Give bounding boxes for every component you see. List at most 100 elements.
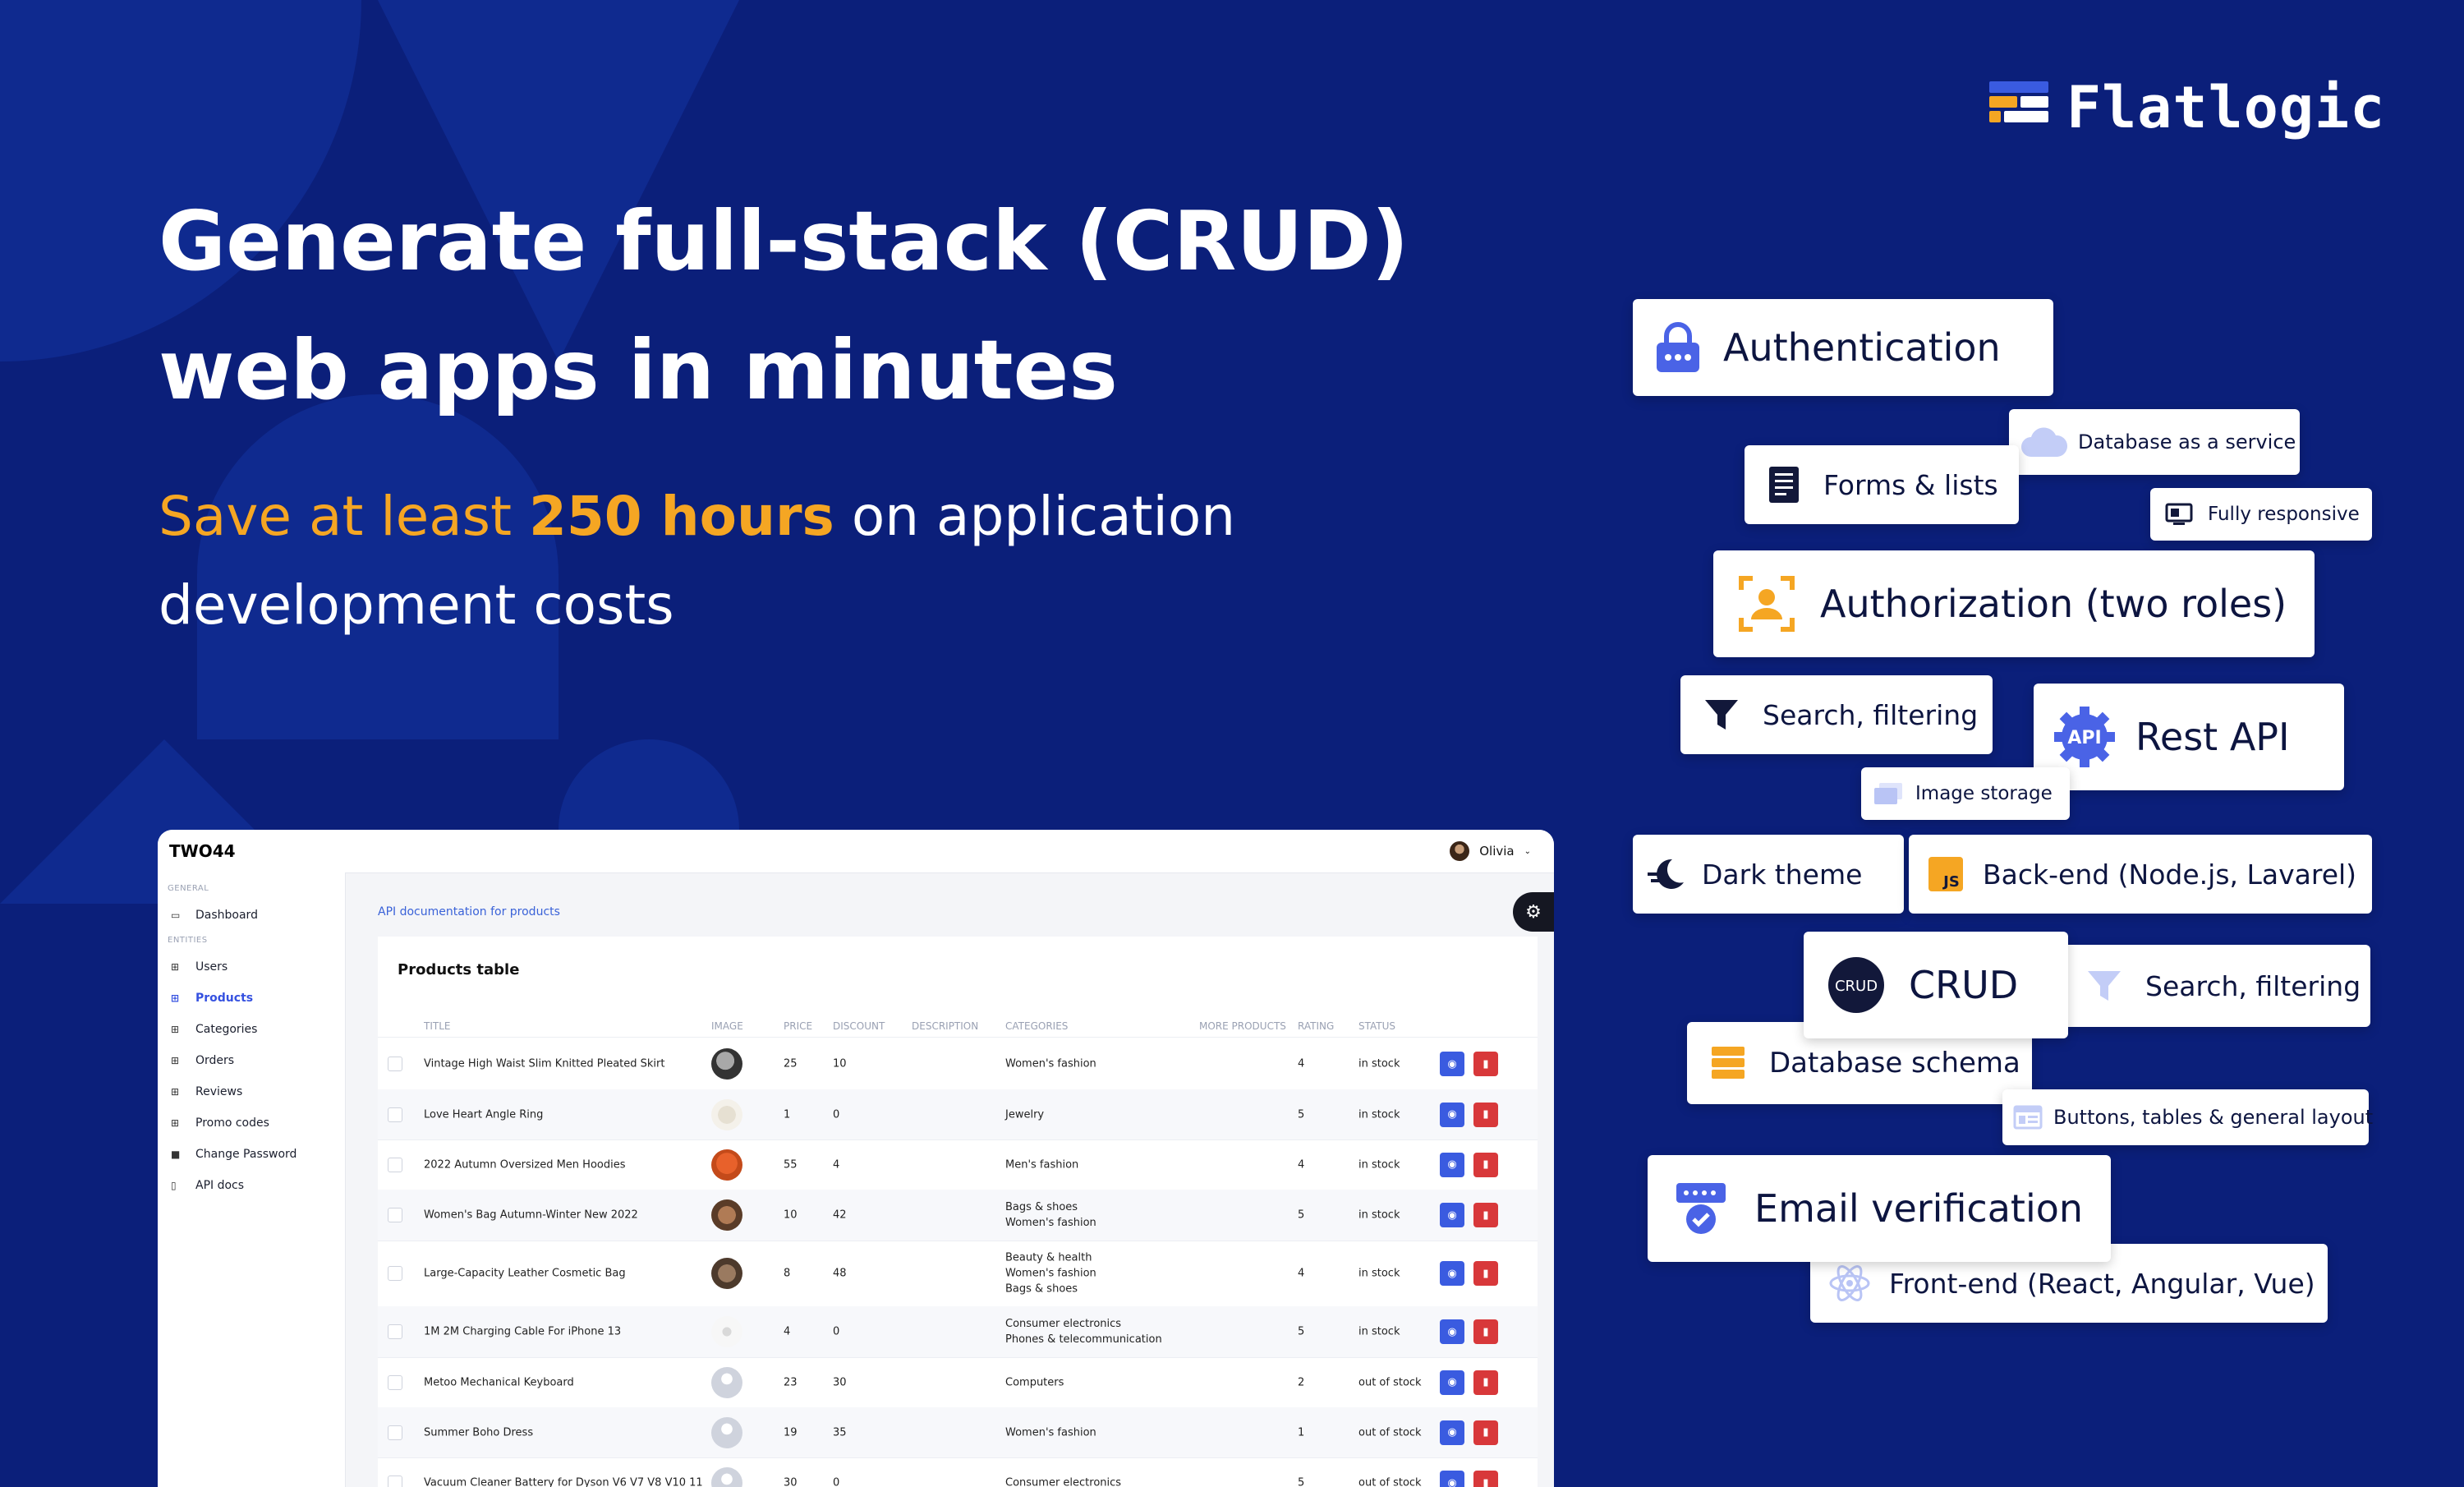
settings-button[interactable]: ⚙ — [1513, 892, 1554, 932]
sidebar-item-orders[interactable]: ⊞Orders — [158, 1045, 345, 1076]
delete-button[interactable]: ▮ — [1473, 1420, 1498, 1445]
delete-button[interactable]: ▮ — [1473, 1203, 1498, 1227]
column-header-more-products[interactable]: MORE PRODUCTS — [1199, 1020, 1286, 1032]
column-header-status[interactable]: STATUS — [1358, 1020, 1395, 1032]
view-button[interactable]: ◉ — [1440, 1370, 1464, 1395]
cell-discount: 0 — [833, 1107, 839, 1122]
delete-button[interactable]: ▮ — [1473, 1370, 1498, 1395]
feature-search-filtering-1: Search, filtering — [1680, 675, 1993, 754]
column-header-discount[interactable]: DISCOUNT — [833, 1020, 885, 1032]
row-checkbox[interactable] — [388, 1107, 402, 1122]
lock-icon — [1633, 321, 1723, 374]
cell-categories: Consumer electronics — [1005, 1475, 1121, 1487]
column-header-image[interactable]: IMAGE — [711, 1020, 743, 1032]
sidebar-item-promo-codes[interactable]: ⊞Promo codes — [158, 1107, 345, 1139]
sidebar: GENERAL ▭Dashboard ENTITIES ⊞Users ⊞Prod… — [158, 872, 346, 1487]
table-row[interactable]: Vintage High Waist Slim Knitted Pleated … — [378, 1038, 1538, 1090]
sidebar-item-label: Change Password — [195, 1148, 297, 1161]
table-row[interactable]: Summer Boho Dress 19 35 Women's fashion … — [378, 1407, 1538, 1458]
row-checkbox[interactable] — [388, 1375, 402, 1390]
chevron-down-icon: ⌄ — [1524, 847, 1531, 856]
cell-rating: 4 — [1298, 1266, 1304, 1282]
product-image-placeholder — [711, 1467, 742, 1487]
trash-icon: ▮ — [1483, 1158, 1488, 1171]
app-window: TWO44 Olivia ⌄ GENERAL ▭Dashboard ENTITI… — [158, 830, 1554, 1487]
table-row[interactable]: 2022 Autumn Oversized Men Hoodies 55 4 M… — [378, 1139, 1538, 1190]
sidebar-item-users[interactable]: ⊞Users — [158, 951, 345, 983]
user-menu[interactable]: Olivia ⌄ — [1450, 841, 1531, 861]
cell-title: Large-Capacity Leather Cosmetic Bag — [424, 1266, 626, 1282]
cell-rating: 5 — [1298, 1107, 1304, 1122]
sidebar-item-reviews[interactable]: ⊞Reviews — [158, 1076, 345, 1107]
feature-authorization: Authorization (two roles) — [1713, 550, 2315, 657]
row-checkbox[interactable] — [388, 1158, 402, 1172]
row-checkbox[interactable] — [388, 1057, 402, 1071]
column-header-rating[interactable]: RATING — [1298, 1020, 1334, 1032]
row-checkbox[interactable] — [388, 1324, 402, 1339]
cell-title: Women's Bag Autumn-Winter New 2022 — [424, 1208, 638, 1223]
flatlogic-logo-icon — [1989, 81, 2048, 134]
column-header-description[interactable]: DESCRIPTION — [912, 1020, 978, 1032]
view-button[interactable]: ◉ — [1440, 1052, 1464, 1076]
app-logo[interactable]: TWO44 — [169, 841, 236, 861]
cell-title: Love Heart Angle Ring — [424, 1107, 543, 1122]
file-icon: ▯ — [171, 1180, 182, 1191]
hero-subtitle: Save at least 250 hours on application d… — [159, 472, 1473, 650]
delete-button[interactable]: ▮ — [1473, 1103, 1498, 1127]
feature-label: Forms & lists — [1823, 469, 1998, 501]
delete-button[interactable]: ▮ — [1473, 1052, 1498, 1076]
view-button[interactable]: ◉ — [1440, 1203, 1464, 1227]
cell-title: Vintage High Waist Slim Knitted Pleated … — [424, 1057, 664, 1072]
row-checkbox[interactable] — [388, 1208, 402, 1222]
view-button[interactable]: ◉ — [1440, 1103, 1464, 1127]
sidebar-item-dashboard[interactable]: ▭Dashboard — [158, 900, 345, 931]
sidebar-item-products[interactable]: ⊞Products — [158, 983, 345, 1014]
cell-categories: Women's fashion — [1005, 1057, 1096, 1072]
trash-icon: ▮ — [1483, 1268, 1488, 1280]
cell-rating: 5 — [1298, 1208, 1304, 1223]
delete-button[interactable]: ▮ — [1473, 1261, 1498, 1286]
view-button[interactable]: ◉ — [1440, 1420, 1464, 1445]
table-row[interactable]: Vacuum Cleaner Battery for Dyson V6 V7 V… — [378, 1457, 1538, 1487]
sidebar-item-change-password[interactable]: ■Change Password — [158, 1139, 345, 1170]
row-checkbox[interactable] — [388, 1425, 402, 1440]
delete-button[interactable]: ▮ — [1473, 1471, 1498, 1487]
column-header-title[interactable]: TITLE — [424, 1020, 450, 1032]
gear-icon: ⚙ — [1525, 902, 1542, 923]
user-name: Olivia — [1479, 844, 1514, 859]
cell-discount: 35 — [833, 1425, 847, 1440]
column-header-price[interactable]: PRICE — [784, 1020, 812, 1032]
feature-rest-api: API Rest API — [2034, 684, 2344, 790]
delete-button[interactable]: ▮ — [1473, 1319, 1498, 1344]
document-list-icon — [1745, 465, 1823, 504]
flatlogic-logo[interactable]: Flatlogic — [1989, 74, 2385, 141]
api-docs-link[interactable]: API documentation for products — [378, 905, 560, 918]
row-checkbox[interactable] — [388, 1266, 402, 1281]
cell-title: Vacuum Cleaner Battery for Dyson V6 V7 V… — [424, 1475, 703, 1487]
view-button[interactable]: ◉ — [1440, 1319, 1464, 1344]
column-header-categories[interactable]: CATEGORIES — [1005, 1020, 1068, 1032]
feature-label: Fully responsive — [2208, 504, 2360, 525]
sidebar-item-label: Orders — [195, 1054, 234, 1067]
table-row[interactable]: 1M 2M Charging Cable For iPhone 13 4 0 C… — [378, 1306, 1538, 1358]
table-row[interactable]: Love Heart Angle Ring 1 0 Jewelry 5 in s… — [378, 1089, 1538, 1140]
view-button[interactable]: ◉ — [1440, 1153, 1464, 1177]
view-button[interactable]: ◉ — [1440, 1261, 1464, 1286]
cell-status: in stock — [1358, 1157, 1400, 1172]
cell-rating: 5 — [1298, 1475, 1304, 1487]
table-row[interactable]: Women's Bag Autumn-Winter New 2022 10 42… — [378, 1190, 1538, 1241]
delete-button[interactable]: ▮ — [1473, 1153, 1498, 1177]
sidebar-item-categories[interactable]: ⊞Categories — [158, 1014, 345, 1045]
sidebar-item-label: Products — [195, 992, 253, 1005]
cell-rating: 4 — [1298, 1157, 1304, 1172]
feature-label: Front-end (React, Angular, Vue) — [1889, 1268, 2315, 1300]
cell-discount: 10 — [833, 1057, 847, 1072]
feature-email-verification: Email verification — [1648, 1155, 2111, 1262]
view-button[interactable]: ◉ — [1440, 1471, 1464, 1487]
table-row[interactable]: Metoo Mechanical Keyboard 23 30 Computer… — [378, 1357, 1538, 1408]
sidebar-item-label: Promo codes — [195, 1116, 269, 1130]
table-row[interactable]: Large-Capacity Leather Cosmetic Bag 8 48… — [378, 1241, 1538, 1307]
sidebar-item-api-docs[interactable]: ▯API docs — [158, 1170, 345, 1201]
row-checkbox[interactable] — [388, 1475, 402, 1487]
table-title: Products table — [398, 961, 519, 978]
